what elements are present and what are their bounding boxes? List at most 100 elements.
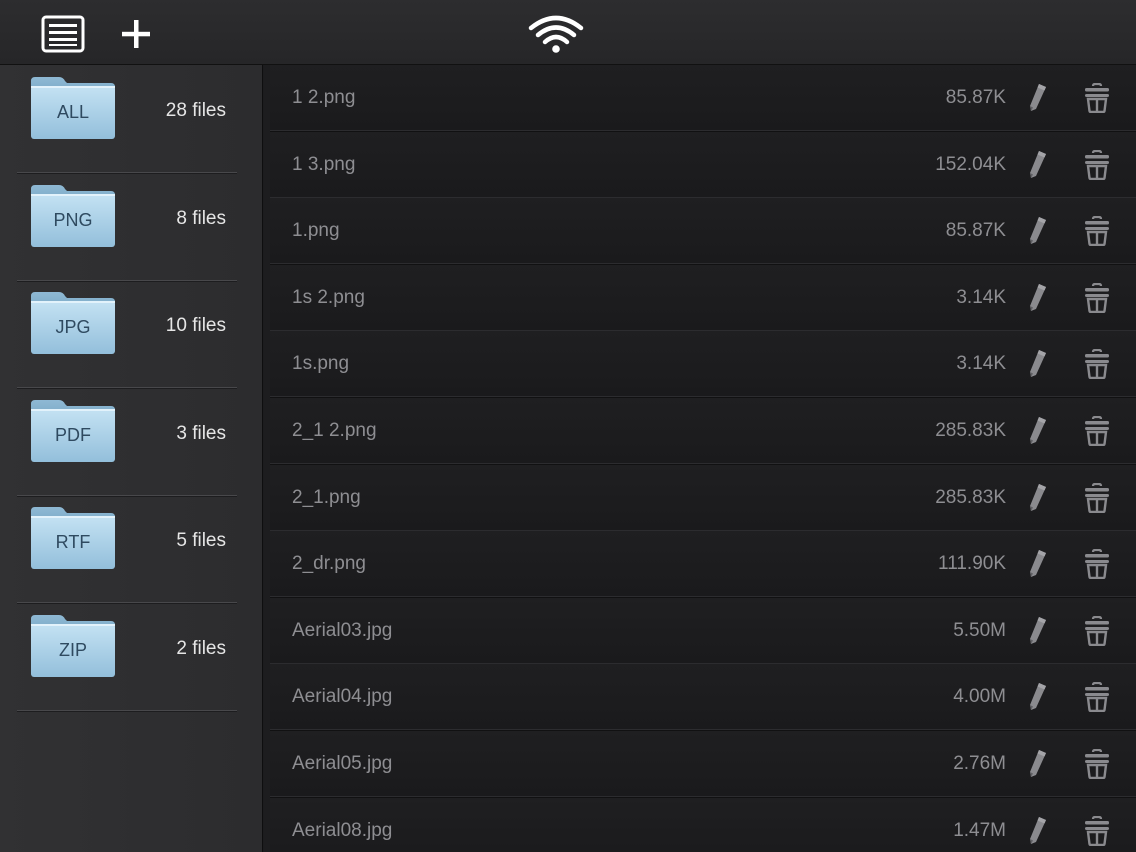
category-file-count: 28 files — [165, 100, 226, 121]
file-name[interactable]: 2_dr.png — [292, 553, 366, 575]
trash-icon — [1085, 748, 1109, 780]
wifi-icon — [528, 15, 584, 53]
category-label: ZIP — [58, 639, 87, 660]
pencil-icon — [1030, 683, 1046, 711]
file-row[interactable]: 1s.png 3.14K — [270, 331, 1136, 398]
file-name[interactable]: 1 2.png — [292, 87, 355, 109]
rename-button[interactable] — [1026, 682, 1048, 712]
rename-button[interactable] — [1026, 83, 1048, 113]
file-size: 5.50M — [953, 619, 1006, 641]
rename-button[interactable] — [1026, 549, 1048, 579]
file-row[interactable]: 2_dr.png 111.90K — [270, 531, 1136, 598]
rename-button[interactable] — [1026, 749, 1048, 779]
file-size: 152.04K — [935, 153, 1006, 175]
file-name[interactable]: Aerial05.jpg — [292, 753, 392, 775]
file-row[interactable]: Aerial04.jpg 4.00M — [270, 664, 1136, 731]
file-name[interactable]: Aerial03.jpg — [292, 620, 392, 642]
wifi-sharing-button[interactable] — [527, 14, 585, 56]
delete-button[interactable] — [1084, 482, 1110, 513]
file-row[interactable]: Aerial05.jpg 2.76M — [270, 731, 1136, 797]
delete-button[interactable] — [1084, 815, 1110, 846]
category-file-count: 3 files — [176, 422, 226, 444]
file-name[interactable]: 2_1 2.png — [292, 420, 377, 442]
trash-icon — [1085, 82, 1109, 114]
trash-icon — [1085, 216, 1109, 247]
file-size: 1.47M — [953, 819, 1006, 841]
category-sidebar: ALL 28 files PNG 8 files JPG 10 files PD… — [0, 65, 263, 852]
file-name[interactable]: 2_1.png — [292, 487, 361, 509]
category-item-png[interactable]: PNG 8 files — [17, 173, 237, 281]
rename-button[interactable] — [1026, 483, 1048, 513]
file-size: 85.87K — [945, 220, 1006, 242]
folder: PDF — [29, 398, 117, 464]
file-name[interactable]: 1 3.png — [292, 154, 355, 176]
file-size: 85.87K — [945, 87, 1006, 108]
category-file-count: 8 files — [176, 207, 226, 229]
file-size: 4.00M — [953, 686, 1006, 708]
file-row[interactable]: 2_1 2.png 285.83K — [270, 398, 1136, 464]
trash-icon — [1085, 682, 1109, 713]
delete-button[interactable] — [1084, 82, 1110, 114]
folder: RTF — [29, 505, 117, 571]
pencil-icon — [1030, 816, 1046, 844]
folder: ALL — [29, 75, 117, 141]
file-name[interactable]: Aerial08.jpg — [292, 820, 392, 842]
rename-button[interactable] — [1026, 150, 1048, 180]
rename-button[interactable] — [1026, 616, 1048, 646]
delete-button[interactable] — [1084, 615, 1110, 646]
pencil-icon — [1030, 84, 1046, 111]
delete-button[interactable] — [1084, 549, 1110, 580]
rename-button[interactable] — [1026, 816, 1048, 846]
category-label: ALL — [56, 102, 90, 122]
list-menu-icon — [41, 15, 85, 53]
trash-icon — [1085, 549, 1109, 580]
file-row[interactable]: 1 2.png 85.87K — [270, 65, 1136, 131]
file-row[interactable]: Aerial08.jpg 1.47M — [270, 797, 1136, 852]
category-item-zip[interactable]: ZIP 2 files — [17, 603, 237, 711]
folder: PNG — [29, 183, 117, 249]
file-row[interactable]: Aerial03.jpg 5.50M — [270, 597, 1136, 664]
category-item-all[interactable]: ALL 28 files — [17, 65, 237, 173]
delete-button[interactable] — [1084, 748, 1110, 780]
delete-button[interactable] — [1084, 149, 1110, 180]
file-row[interactable]: 1.png 85.87K — [270, 198, 1136, 265]
folder: ZIP — [29, 613, 117, 679]
rename-button[interactable] — [1026, 349, 1048, 379]
add-button[interactable] — [117, 15, 155, 53]
delete-button[interactable] — [1084, 282, 1110, 313]
category-file-count: 2 files — [176, 637, 226, 659]
file-row[interactable]: 1 3.png 152.04K — [270, 131, 1136, 198]
delete-button[interactable] — [1084, 216, 1110, 247]
pencil-icon — [1030, 550, 1046, 578]
category-label: RTF — [55, 532, 91, 552]
delete-button[interactable] — [1084, 682, 1110, 713]
file-name[interactable]: 1.png — [292, 220, 340, 242]
pencil-icon — [1030, 283, 1046, 311]
list-menu-button[interactable] — [41, 15, 85, 53]
rename-button[interactable] — [1026, 216, 1048, 246]
folder: JPG — [29, 290, 117, 356]
rename-button[interactable] — [1026, 416, 1048, 446]
rename-button[interactable] — [1026, 283, 1048, 313]
category-label: PNG — [53, 209, 93, 230]
plus-icon — [122, 20, 150, 48]
delete-button[interactable] — [1084, 415, 1110, 447]
file-row[interactable]: 2_1.png 285.83K — [270, 464, 1136, 531]
file-name[interactable]: 1s 2.png — [292, 287, 365, 309]
pencil-icon — [1030, 350, 1046, 378]
file-row[interactable]: 1s 2.png 3.14K — [270, 264, 1136, 331]
category-item-jpg[interactable]: JPG 10 files — [17, 280, 237, 388]
delete-button[interactable] — [1084, 349, 1110, 380]
category-item-pdf[interactable]: PDF 3 files — [17, 388, 237, 496]
trash-icon — [1085, 482, 1109, 513]
category-label: PDF — [55, 424, 91, 445]
pencil-icon — [1030, 616, 1046, 644]
category-item-rtf[interactable]: RTF 5 files — [17, 495, 237, 603]
trash-icon — [1085, 282, 1109, 313]
category-label: JPG — [55, 317, 91, 337]
trash-icon — [1085, 349, 1109, 380]
top-toolbar — [0, 0, 1136, 65]
file-name[interactable]: Aerial04.jpg — [292, 686, 392, 708]
file-size: 285.83K — [935, 420, 1006, 441]
file-name[interactable]: 1s.png — [292, 353, 349, 375]
